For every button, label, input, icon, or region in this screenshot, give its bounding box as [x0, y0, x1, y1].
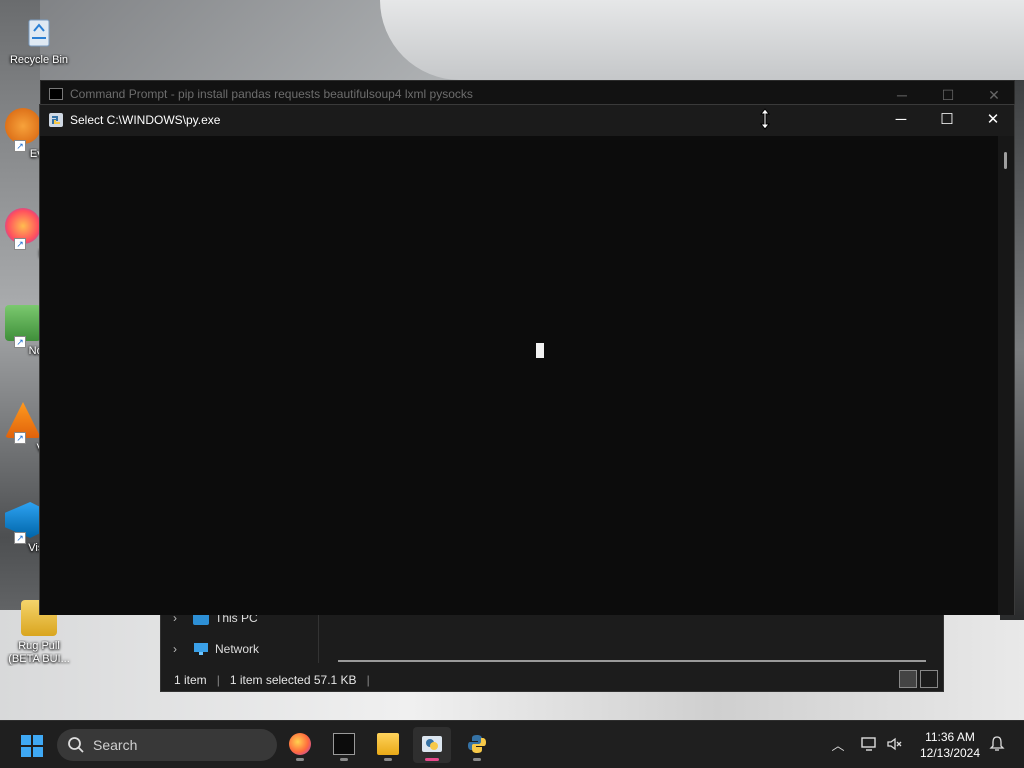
taskbar: Search ︿ 11:36 AM 12/13/2024 [0, 720, 1024, 768]
firefox-icon [289, 733, 311, 755]
resize-vertical-cursor-icon [758, 108, 772, 130]
python-icon [466, 733, 488, 755]
system-clock[interactable]: 11:36 AM 12/13/2024 [914, 729, 986, 761]
network-status-icon[interactable] [860, 735, 878, 753]
wallpaper-top [380, 0, 1024, 80]
status-separator: | [366, 673, 370, 687]
shortcut-arrow-icon: ↗ [14, 336, 26, 348]
window-title: Select C:\WINDOWS\py.exe [70, 113, 221, 127]
py-exe-window[interactable]: Select C:\WINDOWS\py.exe ─ ☐ ✕ [39, 104, 1015, 615]
status-separator: | [216, 673, 220, 687]
desktop-icon-label: (BETA BUI... [8, 653, 70, 665]
status-selected: 1 item selected 57.1 KB [229, 673, 357, 687]
status-item-count: 1 item [174, 673, 207, 687]
volume-muted-icon[interactable] [886, 735, 904, 753]
shortcut-arrow-icon: ↗ [14, 238, 26, 250]
console-area[interactable] [40, 136, 1000, 615]
clock-date: 12/13/2024 [919, 746, 981, 760]
vertical-scrollbar[interactable] [998, 136, 1014, 615]
chevron-up-icon[interactable]: ︿ [829, 735, 847, 753]
python-launcher-icon [48, 112, 64, 128]
search-placeholder: Search [93, 737, 138, 753]
running-indicator [473, 758, 481, 761]
desktop-icon-label: Rug Pull [18, 640, 60, 652]
network-icon [193, 642, 209, 656]
maximize-button[interactable]: ☐ [924, 105, 970, 136]
recycle-bin-icon [21, 14, 57, 50]
desktop-icon-recycle-bin[interactable]: Recycle Bin [4, 14, 74, 67]
windows-start-icon[interactable] [20, 734, 44, 758]
horizontal-scrollbar[interactable] [338, 660, 926, 662]
running-indicator [340, 758, 348, 761]
clock-time: 11:36 AM [925, 730, 975, 744]
large-icons-view-icon[interactable] [920, 670, 938, 688]
taskbar-terminal[interactable] [325, 727, 363, 763]
everything-app-icon [5, 108, 41, 144]
active-indicator [425, 758, 439, 761]
nav-item-network[interactable]: › Network [173, 639, 259, 659]
taskbar-file-explorer[interactable] [369, 727, 407, 763]
running-indicator [296, 758, 304, 761]
pane-divider[interactable] [318, 611, 319, 663]
chevron-right-icon[interactable]: › [173, 642, 189, 656]
notification-bell-icon[interactable] [988, 735, 1006, 753]
desktop-icon-label: Recycle Bin [9, 54, 69, 66]
python-installer-icon [421, 733, 443, 755]
scrollbar-thumb[interactable] [1004, 152, 1007, 169]
title-bar[interactable]: Select C:\WINDOWS\py.exe ─ ☐ ✕ [40, 105, 1014, 136]
terminal-icon [333, 733, 355, 755]
running-indicator [384, 758, 392, 761]
close-button[interactable]: ✕ [970, 105, 1016, 136]
minimize-button[interactable]: ─ [878, 105, 924, 136]
taskbar-firefox[interactable] [281, 727, 319, 763]
shortcut-arrow-icon: ↗ [14, 140, 26, 152]
details-view-icon[interactable] [899, 670, 917, 688]
shortcut-arrow-icon: ↗ [14, 532, 26, 544]
file-explorer-icon [377, 733, 399, 755]
taskbar-python[interactable] [458, 727, 496, 763]
window-title: Command Prompt - pip install pandas requ… [70, 87, 473, 101]
status-bar: 1 item | 1 item selected 57.1 KB | [161, 668, 943, 692]
cmd-icon [49, 88, 63, 100]
taskbar-python-installer[interactable] [413, 727, 451, 763]
nav-item-label: Network [215, 642, 260, 656]
shortcut-arrow-icon: ↗ [14, 432, 26, 444]
selection-cursor [536, 343, 544, 358]
file-explorer-window: › This PC › Network 1 item | 1 item sele… [160, 605, 944, 692]
taskbar-search[interactable]: Search [57, 729, 277, 761]
search-icon [67, 736, 85, 754]
